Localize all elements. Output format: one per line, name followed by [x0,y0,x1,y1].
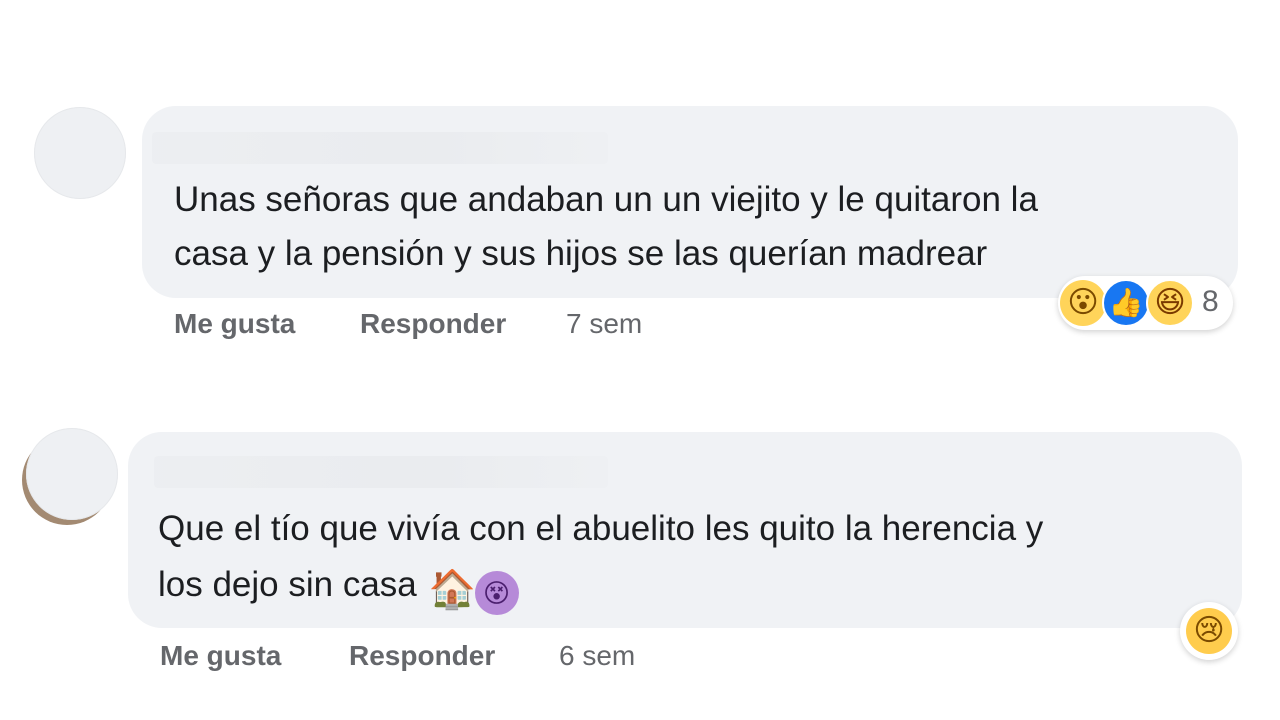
comment-bubble: Unas señoras que andaban un un viejito y… [142,106,1238,298]
reply-button[interactable]: Responder [360,308,506,340]
like-button[interactable]: Me gusta [174,308,295,340]
comment-text-line-1: Que el tío que vivía con el abuelito les… [158,509,1044,548]
comment-text-line-1: Unas señoras que andaban un un viejito y… [174,180,1038,219]
comment-actions: Me gusta Responder 6 sem [0,640,1280,680]
like-button[interactable]: Me gusta [160,640,281,672]
house-emoji: 🏠 [428,569,476,611]
comment-text-line-2-wrap: los dejo sin casa 🏠 😵 [158,558,519,615]
reply-button[interactable]: Responder [349,640,495,672]
comment-text-line-2: los dejo sin casa [158,565,417,604]
comment-actions: Me gusta Responder 7 sem [0,308,1280,348]
comment-text-line-2: casa y la pensión y sus hijos se las que… [174,234,988,273]
avatar[interactable] [26,428,118,520]
comment-timestamp[interactable]: 6 sem [559,640,635,672]
avatar[interactable] [34,107,126,199]
author-name-redacted[interactable] [152,132,608,164]
comment-timestamp[interactable]: 7 sem [566,308,642,340]
author-name-redacted[interactable] [154,456,608,488]
comment-bubble: Que el tío que vivía con el abuelito les… [128,432,1242,628]
dizzy-face-emoji: 😵 [474,571,519,615]
